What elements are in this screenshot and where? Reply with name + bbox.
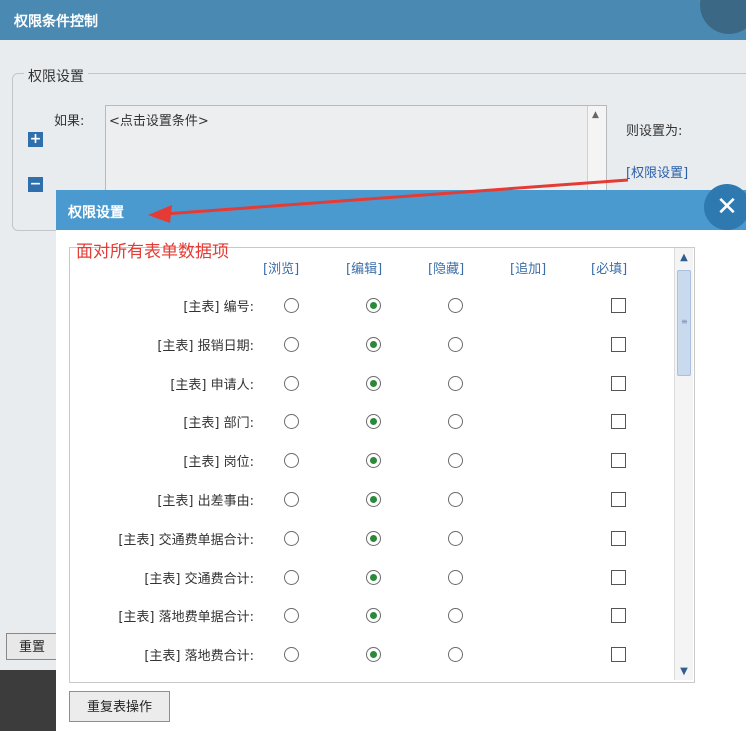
browse-radio[interactable] bbox=[284, 336, 299, 352]
hide-radio[interactable] bbox=[448, 569, 463, 585]
then-label: 则设置为: bbox=[626, 124, 683, 139]
scroll-up-icon[interactable]: ▲ bbox=[678, 252, 690, 264]
row-label: [主表] 岗位: bbox=[183, 455, 254, 471]
permission-settings-link[interactable]: [权限设置] bbox=[626, 162, 688, 181]
row-label: [主表] 出差事由: bbox=[157, 494, 254, 509]
required-checkbox[interactable] bbox=[611, 569, 626, 585]
scroll-up-icon[interactable]: ▲ bbox=[592, 110, 599, 120]
edit-radio[interactable] bbox=[366, 375, 381, 391]
add-condition-icon[interactable]: + bbox=[28, 132, 43, 147]
row-label: [主表] 部门: bbox=[183, 416, 254, 432]
repeat-table-button[interactable]: 重复表操作 bbox=[69, 691, 170, 722]
reset-button[interactable]: 重置 bbox=[6, 633, 58, 660]
hide-radio[interactable] bbox=[448, 336, 463, 352]
grid-scrollbar[interactable]: ▲ ≡ ▼ bbox=[674, 248, 693, 680]
required-checkbox[interactable] bbox=[611, 647, 626, 663]
row-label: [主表] 落地费单据合计: bbox=[118, 610, 254, 626]
browse-radio[interactable] bbox=[284, 569, 299, 585]
if-label: 如果: bbox=[54, 114, 85, 129]
edit-radio[interactable] bbox=[366, 492, 381, 507]
browse-radio[interactable] bbox=[284, 530, 299, 546]
edit-radio[interactable] bbox=[366, 298, 381, 313]
browse-radio[interactable] bbox=[284, 375, 299, 391]
condition-box[interactable]: <点击设置条件> ▲ bbox=[105, 105, 607, 195]
column-required[interactable]: [必填] bbox=[591, 258, 627, 277]
hide-radio[interactable] bbox=[448, 298, 463, 313]
row-label: [主表] 落地费合计: bbox=[144, 649, 254, 665]
required-checkbox[interactable] bbox=[611, 375, 626, 391]
required-checkbox[interactable] bbox=[611, 298, 626, 313]
hide-radio[interactable] bbox=[448, 530, 463, 546]
required-checkbox[interactable] bbox=[611, 336, 626, 352]
browse-radio[interactable] bbox=[284, 298, 299, 313]
browse-radio[interactable] bbox=[284, 492, 299, 507]
column-browse[interactable]: [浏览] bbox=[263, 258, 299, 277]
column-append[interactable]: [追加] bbox=[510, 258, 546, 277]
column-hide[interactable]: [隐藏] bbox=[428, 258, 464, 277]
outer-titlebar: 权限条件控制 bbox=[0, 0, 746, 40]
required-checkbox[interactable] bbox=[611, 414, 626, 430]
row-label: [主表] 申请人: bbox=[170, 377, 254, 393]
scroll-thumb[interactable]: ≡ bbox=[677, 270, 691, 376]
outer-window-title: 权限条件控制 bbox=[14, 14, 98, 30]
row-label: [主表] 交通费合计: bbox=[144, 571, 254, 587]
scroll-down-icon[interactable]: ▼ bbox=[678, 666, 690, 678]
hide-radio[interactable] bbox=[448, 375, 463, 391]
column-edit[interactable]: [编辑] bbox=[346, 258, 382, 277]
dialog-titlebar: 权限设置 bbox=[56, 190, 746, 230]
required-checkbox[interactable] bbox=[611, 492, 626, 507]
annotation-text: 面对所有表单数据项 bbox=[76, 242, 229, 262]
edit-radio[interactable] bbox=[366, 569, 381, 585]
edit-radio[interactable] bbox=[366, 336, 381, 352]
row-label: [主表] 交通费单据合计: bbox=[118, 532, 254, 548]
fieldset-legend: 权限设置 bbox=[24, 66, 88, 86]
condition-scrollbar[interactable]: ▲ bbox=[587, 106, 606, 194]
row-label: [主表] 编号: bbox=[183, 300, 254, 315]
condition-text[interactable]: <点击设置条件> bbox=[109, 110, 209, 129]
edit-radio[interactable] bbox=[366, 530, 381, 546]
row-label: [主表] 报销日期: bbox=[157, 338, 254, 354]
required-checkbox[interactable] bbox=[611, 453, 626, 469]
required-checkbox[interactable] bbox=[611, 608, 626, 624]
hide-radio[interactable] bbox=[448, 492, 463, 507]
dialog-close-icon[interactable]: ✕ bbox=[704, 184, 746, 230]
remove-condition-icon[interactable]: − bbox=[28, 177, 43, 192]
dialog-title: 权限设置 bbox=[68, 205, 124, 221]
required-checkbox[interactable] bbox=[611, 530, 626, 546]
